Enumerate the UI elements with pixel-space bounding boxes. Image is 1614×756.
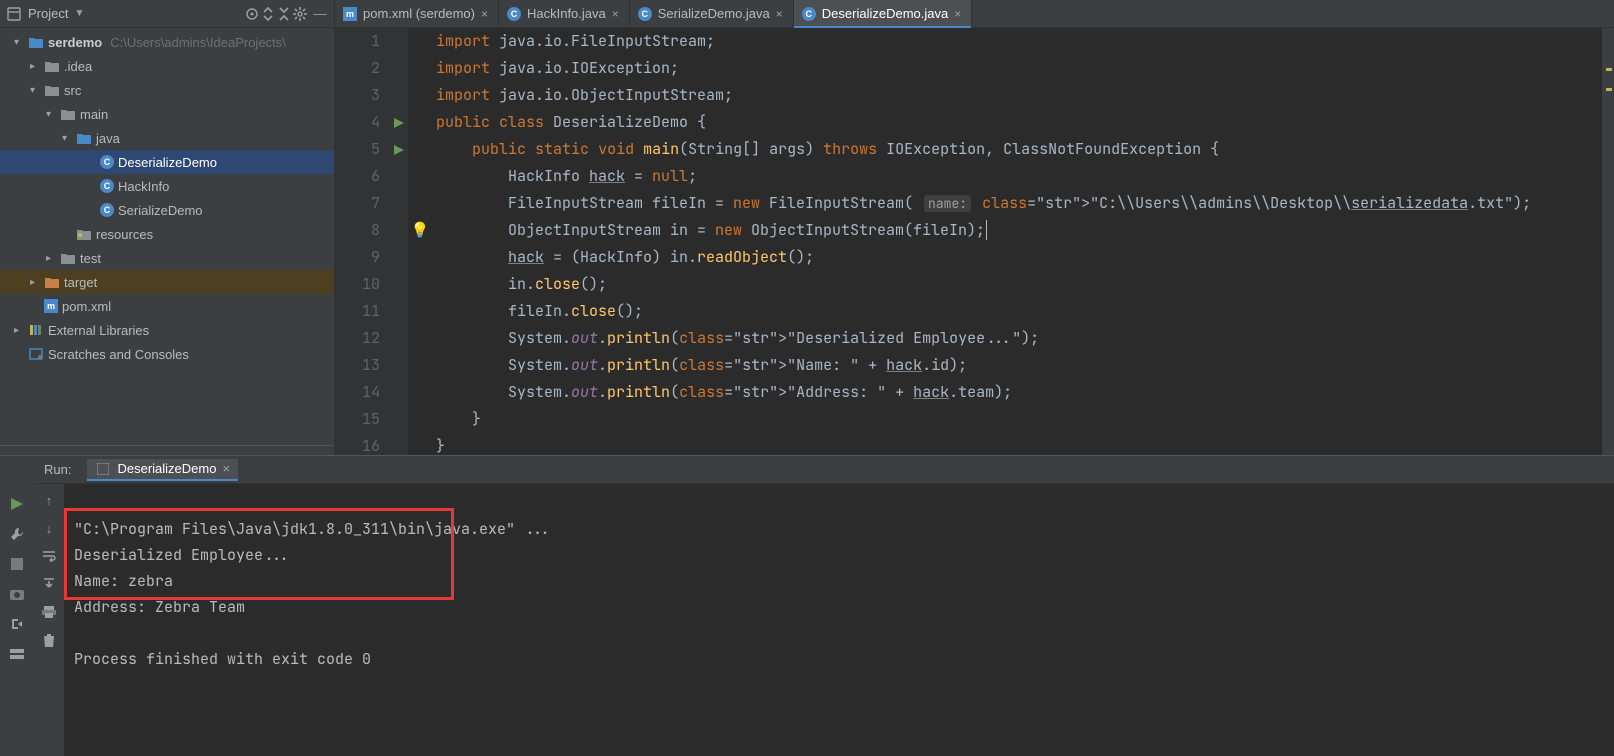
tree-node-class-deserialize[interactable]: C DeserializeDemo <box>0 150 334 174</box>
project-header: Project ▼ — <box>0 0 334 28</box>
close-icon[interactable]: × <box>954 7 961 21</box>
project-tree[interactable]: ▾ serdemo C:\Users\admins\IdeaProjects\ … <box>0 28 334 445</box>
code-body[interactable]: import java.io.FileInputStream;import ja… <box>432 28 1602 455</box>
folder-icon <box>44 58 60 74</box>
inspection-gutter: 💡 <box>408 28 432 455</box>
tree-node-scratches[interactable]: Scratches and Consoles <box>0 342 334 366</box>
module-name: serdemo <box>48 35 102 50</box>
collapse-all-icon[interactable] <box>276 6 292 22</box>
excluded-folder-icon <box>44 274 60 290</box>
run-header: Run: DeserializeDemo × <box>34 456 1614 484</box>
tree-node-external-libs[interactable]: ▸ External Libraries <box>0 318 334 342</box>
stop-icon[interactable] <box>7 554 27 574</box>
java-class-icon: C <box>100 155 114 169</box>
print-icon[interactable] <box>39 602 59 622</box>
close-icon[interactable]: × <box>612 7 619 21</box>
project-title[interactable]: Project <box>28 6 68 21</box>
run-gutter <box>390 28 408 455</box>
line-number-gutter: 12345678 910111213141516 <box>335 28 390 455</box>
camera-icon[interactable] <box>7 584 27 604</box>
module-icon <box>28 34 44 50</box>
java-class-icon: C <box>100 179 114 193</box>
locate-icon[interactable] <box>244 6 260 22</box>
run-main-icon[interactable] <box>394 136 404 163</box>
run-label: Run: <box>36 462 79 477</box>
tab-hackinfo[interactable]: C HackInfo.java × <box>499 0 630 27</box>
close-icon[interactable]: × <box>776 7 783 21</box>
tab-deserialize[interactable]: C DeserializeDemo.java × <box>794 0 972 27</box>
run-left-toolbar <box>0 456 34 756</box>
folder-icon <box>60 250 76 266</box>
tree-node-class-hackinfo[interactable]: C HackInfo <box>0 174 334 198</box>
java-class-icon: C <box>638 7 652 21</box>
folder-icon <box>60 106 76 122</box>
exit-icon[interactable] <box>7 614 27 634</box>
layout-icon[interactable] <box>7 644 27 664</box>
tree-node-target[interactable]: ▸ target <box>0 270 334 294</box>
java-class-icon: C <box>507 7 521 21</box>
tree-node-resources[interactable]: resources <box>0 222 334 246</box>
libraries-icon <box>28 322 44 338</box>
editor-scrollbar[interactable] <box>1602 28 1614 455</box>
console-exit: Process finished with exit code 0 <box>74 649 371 669</box>
scroll-to-end-icon[interactable] <box>39 574 59 594</box>
close-icon[interactable]: × <box>222 461 230 476</box>
console-cmd: "C:\Program Files\Java\jdk1.8.0_311\bin\… <box>74 519 551 539</box>
resources-folder-icon <box>76 226 92 242</box>
soft-wrap-icon[interactable] <box>39 546 59 566</box>
maven-pom-icon: m <box>44 299 58 313</box>
tree-node-project-root[interactable]: ▾ serdemo C:\Users\admins\IdeaProjects\ <box>0 30 334 54</box>
rerun-icon[interactable] <box>7 494 27 514</box>
tree-node-src[interactable]: ▾ src <box>0 78 334 102</box>
java-class-icon: C <box>100 203 114 217</box>
run-config-icon <box>95 461 111 477</box>
tree-node-java[interactable]: ▾ java <box>0 126 334 150</box>
console-line: Name: zebra <box>74 571 173 591</box>
java-class-icon: C <box>802 7 816 21</box>
expand-all-icon[interactable] <box>260 6 276 22</box>
tree-node-class-serialize[interactable]: C SerializeDemo <box>0 198 334 222</box>
tree-node-test[interactable]: ▸ test <box>0 246 334 270</box>
tree-node-pom[interactable]: m pom.xml <box>0 294 334 318</box>
maven-pom-icon: m <box>343 7 357 21</box>
run-class-icon[interactable] <box>394 109 404 136</box>
light-bulb-icon[interactable]: 💡 <box>411 217 430 244</box>
up-arrow-icon[interactable]: ↑ <box>39 490 59 510</box>
tab-serialize[interactable]: C SerializeDemo.java × <box>630 0 794 27</box>
run-tool-window: Run: DeserializeDemo × ↑ ↓ <box>0 455 1614 756</box>
console-line: Deserialized Employee... <box>74 545 290 565</box>
close-icon[interactable]: × <box>481 7 488 21</box>
module-path: C:\Users\admins\IdeaProjects\ <box>110 35 286 50</box>
trash-icon[interactable] <box>39 630 59 650</box>
settings-gear-icon[interactable] <box>292 6 308 22</box>
console-output[interactable]: "C:\Program Files\Java\jdk1.8.0_311\bin\… <box>64 484 1614 756</box>
project-tool-window: Project ▼ — ▾ <box>0 0 335 455</box>
tree-node-main[interactable]: ▾ main <box>0 102 334 126</box>
src-folder-icon <box>76 130 92 146</box>
tree-node-idea[interactable]: ▸ .idea <box>0 54 334 78</box>
folder-icon <box>44 82 60 98</box>
run-tab[interactable]: DeserializeDemo × <box>87 459 238 481</box>
hide-panel-icon[interactable]: — <box>312 6 328 22</box>
tab-pom[interactable]: m pom.xml (serdemo) × <box>335 0 499 27</box>
editor-tabs: m pom.xml (serdemo) × C HackInfo.java × … <box>335 0 1614 28</box>
project-view-icon <box>6 6 22 22</box>
splitter[interactable] <box>0 445 334 455</box>
scratches-icon <box>28 346 44 362</box>
console-toolbar: ↑ ↓ <box>34 484 64 756</box>
down-arrow-icon[interactable]: ↓ <box>39 518 59 538</box>
console-line: Address: Zebra Team <box>74 597 245 617</box>
wrench-icon[interactable] <box>7 524 27 544</box>
editor-area: m pom.xml (serdemo) × C HackInfo.java × … <box>335 0 1614 455</box>
code-editor[interactable]: 12345678 910111213141516 💡 <box>335 28 1614 455</box>
